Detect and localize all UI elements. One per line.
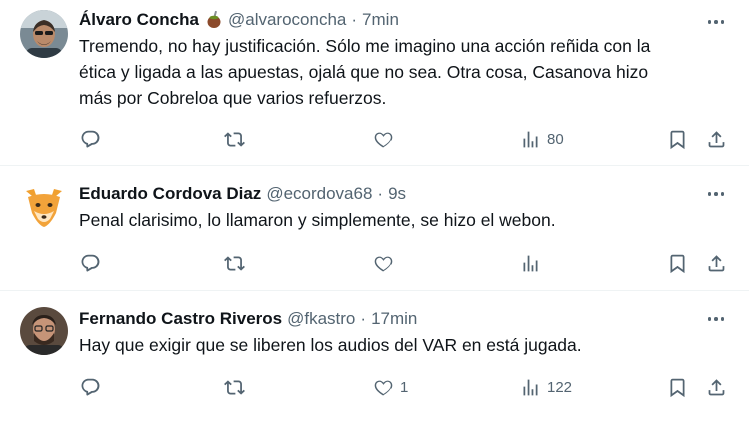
reply-icon <box>81 130 100 147</box>
action-bar: 80 <box>0 124 749 154</box>
avatar[interactable] <box>20 10 68 58</box>
reply-button[interactable] <box>80 124 101 154</box>
more-options-button[interactable] <box>703 309 729 329</box>
retweet-button[interactable] <box>224 248 245 278</box>
like-count: 1 <box>400 378 409 396</box>
author-handle[interactable]: @ecordova68 <box>266 183 372 205</box>
reply-icon <box>81 254 100 271</box>
share-icon <box>708 378 725 395</box>
tweet[interactable]: Fernando Castro Riveros @fkastro · 17min… <box>0 291 749 423</box>
bookmark-button[interactable] <box>667 124 688 154</box>
action-bar: 1 122 <box>0 372 749 402</box>
author-name[interactable]: Eduardo Cordova Diaz <box>79 183 261 205</box>
mate-icon <box>205 10 223 29</box>
separator-dot: · <box>351 10 358 29</box>
tweet[interactable]: Álvaro Concha @alvaroconcha · 7min Treme… <box>0 0 749 166</box>
timestamp[interactable]: 7min <box>362 9 399 31</box>
more-options-button[interactable] <box>703 184 729 204</box>
bookmark-button[interactable] <box>667 372 688 402</box>
share-button[interactable] <box>706 124 727 154</box>
tweet-text-line: Tremendo, no hay justificación. Sólo me … <box>79 36 651 56</box>
heart-icon <box>374 380 393 396</box>
timestamp[interactable]: 9s <box>388 183 406 205</box>
analytics-icon <box>523 379 538 395</box>
views-button[interactable]: 80 <box>520 124 564 154</box>
author-name[interactable]: Álvaro Concha <box>79 9 199 31</box>
view-count: 122 <box>547 378 573 396</box>
share-icon <box>708 254 725 271</box>
retweet-icon <box>224 131 245 147</box>
tweet[interactable]: Eduardo Cordova Diaz @ecordova68 · 9s Pe… <box>0 166 749 291</box>
view-count: 80 <box>547 130 564 148</box>
bookmark-icon <box>670 130 685 149</box>
share-icon <box>708 130 725 147</box>
views-button[interactable] <box>520 248 547 278</box>
tweet-text-line: Penal clarisimo, lo llamaron y simplemen… <box>79 210 556 230</box>
heart-icon <box>374 256 393 272</box>
like-button[interactable] <box>373 124 400 154</box>
author-name[interactable]: Fernando Castro Riveros <box>79 308 282 330</box>
timestamp[interactable]: 17min <box>371 308 417 330</box>
tweet-text-line: ética y ligada a las apuestas, ojalá que… <box>79 62 649 82</box>
bookmark-icon <box>670 254 685 273</box>
tweet-text: Tremendo, no hay justificación. Sólo me … <box>79 33 729 111</box>
retweet-button[interactable] <box>224 124 245 154</box>
author-handle[interactable]: @alvaroconcha <box>228 9 346 31</box>
analytics-icon <box>523 255 538 271</box>
bookmark-icon <box>670 378 685 397</box>
views-button[interactable]: 122 <box>520 372 572 402</box>
retweet-icon <box>224 255 245 271</box>
tweet-text-line: más por Cobreloa que varios refuerzos. <box>79 88 387 108</box>
retweet-button[interactable] <box>224 372 245 402</box>
analytics-icon <box>523 131 538 147</box>
separator-dot: · <box>377 184 384 203</box>
reply-icon <box>81 378 100 395</box>
retweet-icon <box>224 379 245 395</box>
action-bar <box>0 248 749 278</box>
share-button[interactable] <box>706 248 727 278</box>
like-button[interactable] <box>373 248 400 278</box>
tweet-text-line: Hay que exigir que se liberen los audios… <box>79 335 582 355</box>
tweet-text: Penal clarisimo, lo llamaron y simplemen… <box>79 207 729 233</box>
heart-icon <box>374 132 393 148</box>
author-handle[interactable]: @fkastro <box>287 308 355 330</box>
avatar[interactable] <box>20 183 68 231</box>
reply-button[interactable] <box>80 248 101 278</box>
more-options-button[interactable] <box>703 12 729 32</box>
like-button[interactable]: 1 <box>373 372 408 402</box>
tweet-text: Hay que exigir que se liberen los audios… <box>79 332 729 358</box>
share-button[interactable] <box>706 372 727 402</box>
avatar[interactable] <box>20 307 68 355</box>
bookmark-button[interactable] <box>667 248 688 278</box>
separator-dot: · <box>360 309 367 328</box>
reply-button[interactable] <box>80 372 101 402</box>
